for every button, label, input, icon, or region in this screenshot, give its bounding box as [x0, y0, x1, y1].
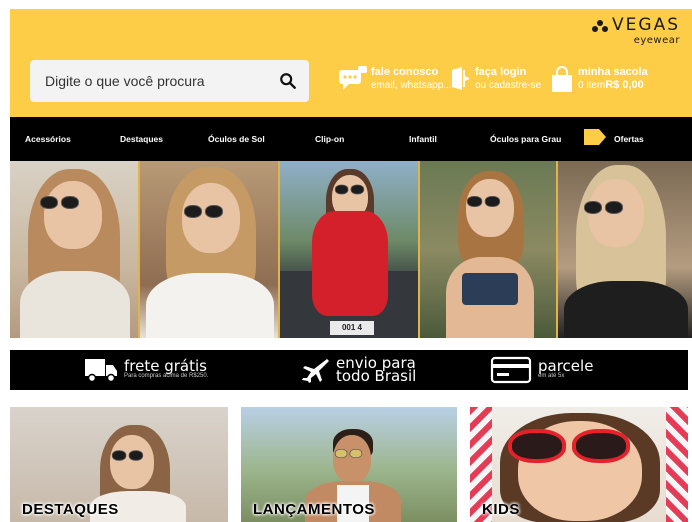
nav-item-acessorios[interactable]: Acessórios: [25, 117, 71, 161]
header: VEGAS eyewear fale conosco email, w: [10, 9, 692, 117]
nav-item-oculos-de-sol[interactable]: Óculos de Sol: [208, 117, 265, 161]
page: VEGAS eyewear fale conosco email, w: [0, 0, 692, 522]
search-input[interactable]: [45, 73, 279, 89]
bag-count: 0 item: [578, 80, 606, 91]
logo-dots-icon: [592, 19, 609, 32]
airplane-icon: [302, 359, 329, 383]
promo-free-shipping: frete grátis Para compras acima de R$250…: [84, 350, 214, 390]
banner-photo-4: [420, 161, 556, 338]
nav-item-destaques[interactable]: Destaques: [120, 117, 163, 161]
login-door-icon: [452, 67, 470, 90]
contact-link[interactable]: fale conosco email, whatsapp...: [338, 66, 452, 92]
promo-installments: parcele em até 5x: [490, 350, 593, 390]
tag-icon: [584, 129, 606, 145]
brand-name: VEGAS: [612, 15, 680, 35]
free-shipping-subtitle: Para compras acima de R$250.: [124, 373, 209, 379]
bag-title: minha sacola: [578, 66, 648, 78]
free-shipping-title: frete grátis: [124, 357, 207, 375]
truck-icon: [85, 359, 117, 383]
banner-photo-3: 001 4: [280, 161, 418, 338]
contact-subtitle: email, whatsapp...: [371, 80, 452, 91]
credit-card-icon: [490, 356, 532, 384]
nav-item-infantil[interactable]: Infantil: [409, 117, 437, 161]
brand-logo[interactable]: VEGAS eyewear: [592, 17, 680, 46]
brand-tagline: eyewear: [633, 35, 680, 46]
promo-shipping-brazil: envio para todo Brasil: [300, 350, 416, 390]
hero-banner[interactable]: 001 4: [10, 161, 692, 338]
nav-item-clip-on[interactable]: Clip-on: [315, 117, 344, 161]
shopping-bag-icon: [552, 66, 572, 92]
category-kids[interactable]: KIDS: [470, 407, 688, 522]
banner-photo-2: [140, 161, 278, 338]
nav-item-oculos-para-grau[interactable]: Óculos para Grau: [490, 117, 561, 161]
promo-bar: frete grátis Para compras acima de R$250…: [10, 350, 688, 390]
contact-title: fale conosco: [371, 66, 439, 78]
search-icon[interactable]: [279, 72, 297, 90]
category-lancamentos[interactable]: LANÇAMENTOS: [241, 407, 457, 522]
banner-photo-1: [10, 161, 138, 338]
shopping-bag-link[interactable]: minha sacola 0 itemR$ 0,00: [549, 66, 648, 94]
chat-icon: [339, 66, 367, 90]
login-title: faça login: [475, 66, 527, 78]
login-link[interactable]: faça login ou cadastre-se: [450, 66, 541, 92]
nav-item-ofertas[interactable]: Ofertas: [614, 117, 644, 161]
category-destaques[interactable]: DESTAQUES: [10, 407, 228, 522]
banner-photo-5: [558, 161, 692, 338]
bag-total: R$ 0,00: [605, 79, 644, 91]
login-subtitle: ou cadastre-se: [475, 80, 542, 91]
category-label: DESTAQUES: [22, 501, 119, 518]
category-label: LANÇAMENTOS: [253, 501, 375, 518]
license-plate: 001 4: [330, 321, 374, 335]
installments-title: parcele: [538, 357, 594, 375]
search-box: [30, 60, 309, 102]
category-label: KIDS: [482, 501, 520, 518]
shipping-title-line2: todo Brasil: [336, 367, 417, 385]
main-nav: Acessórios Destaques Óculos de Sol Clip-…: [10, 117, 692, 161]
